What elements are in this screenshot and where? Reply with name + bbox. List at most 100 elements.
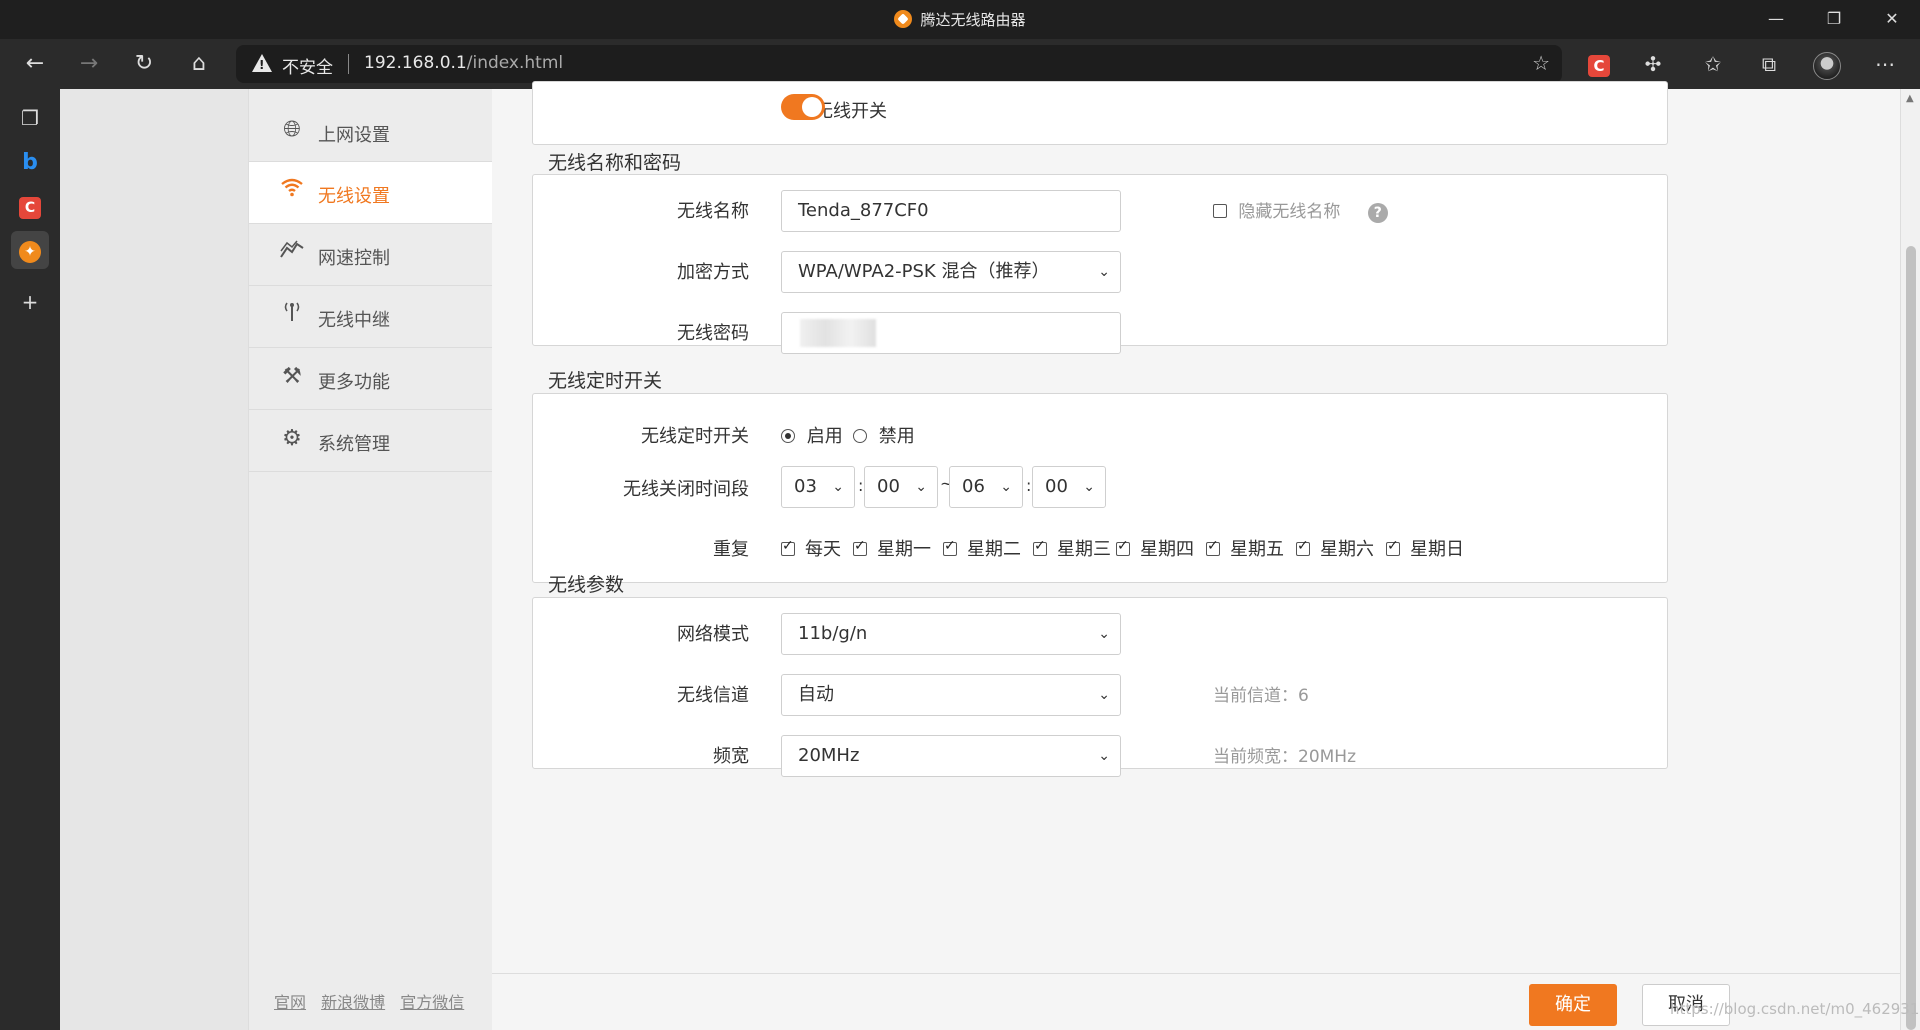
tools-icon: ⚒ <box>282 364 302 389</box>
content-area: 无线开关 无线名称和密码 无线名称 Tenda_877CF0 隐藏无线名称 ? … <box>492 81 1900 1030</box>
end-hour-select[interactable]: 06 ⌄ <box>949 466 1023 508</box>
profile-button[interactable] <box>1808 45 1846 83</box>
wireless-switch-toggle[interactable] <box>781 94 825 120</box>
disable-label: 禁用 <box>878 426 915 447</box>
chevron-down-icon: ⌄ <box>1083 479 1095 495</box>
url-text[interactable]: 192.168.0.1/index.html <box>364 53 563 73</box>
url-host: 192.168.0.1 <box>364 53 467 73</box>
day-checkbox[interactable] <box>1033 538 1047 556</box>
menu-item-internet[interactable]: 🌐︎ 上网设置 <box>249 101 493 162</box>
menu-item-wireless[interactable]: 无线设置 <box>249 162 493 224</box>
chevron-down-icon: ⌄ <box>1098 626 1110 642</box>
avatar <box>1813 51 1841 80</box>
link-weibo[interactable]: 新浪微博 <box>321 993 385 1012</box>
tab-actions-icon[interactable]: ❐ <box>11 99 49 137</box>
close-window-button[interactable]: ✕ <box>1863 0 1920 39</box>
start-minute-select[interactable]: 00 ⌄ <box>864 466 938 508</box>
repeat-label: 重复 <box>713 539 749 560</box>
wireless-switch-label: 无线开关 <box>815 101 887 122</box>
home-button[interactable]: ⌂ <box>180 45 218 83</box>
scroll-up-arrow-icon[interactable]: ▲ <box>1906 93 1914 104</box>
password-label: 无线密码 <box>677 323 749 344</box>
menu-item-label: 系统管理 <box>318 434 390 455</box>
day-checkbox[interactable] <box>1386 538 1400 556</box>
address-bar[interactable]: 不安全 192.168.0.1/index.html ☆ <box>236 45 1562 83</box>
password-input[interactable] <box>781 312 1121 354</box>
tenda-tab-icon[interactable]: ✦ <box>11 231 49 269</box>
bing-icon[interactable]: b <box>11 143 49 181</box>
bandwidth-select[interactable]: 20MHz ⌄ <box>781 735 1121 777</box>
channel-value: 自动 <box>798 684 834 705</box>
confirm-button[interactable]: 确定 <box>1529 984 1617 1026</box>
bandwidth-label: 频宽 <box>713 746 749 767</box>
day-checkbox[interactable] <box>1206 538 1220 556</box>
menu-item-more-features[interactable]: ⚒ 更多功能 <box>249 348 493 410</box>
menu-item-speed-control[interactable]: 网速控制 <box>249 224 493 286</box>
day-checkbox[interactable] <box>1116 538 1130 556</box>
encryption-value: WPA/WPA2-PSK 混合（推荐） <box>798 261 1050 282</box>
off-period-label: 无线关闭时间段 <box>623 479 749 500</box>
add-favorite-icon[interactable]: ☆ <box>1532 51 1550 75</box>
network-mode-select[interactable]: 11b/g/n ⌄ <box>781 613 1121 655</box>
day-tue[interactable]: 星期二 <box>943 535 1021 561</box>
forward-button[interactable]: → <box>70 45 108 83</box>
day-label: 星期日 <box>1410 539 1464 560</box>
day-checkbox[interactable] <box>853 538 867 556</box>
url-path: /index.html <box>466 53 564 73</box>
end-minute-select[interactable]: 00 ⌄ <box>1032 466 1106 508</box>
schedule-disable-option[interactable]: 禁用 <box>853 422 915 448</box>
favorites-icon[interactable]: ✩ <box>1694 45 1732 83</box>
disable-radio[interactable] <box>853 429 867 443</box>
day-sun[interactable]: 星期日 <box>1386 535 1464 561</box>
page-scrollbar[interactable]: ▲ <box>1900 89 1920 1030</box>
back-button[interactable]: ← <box>16 45 54 83</box>
chevron-down-icon: ⌄ <box>1098 264 1110 280</box>
minimize-button[interactable]: — <box>1747 0 1805 39</box>
day-mon[interactable]: 星期一 <box>853 535 931 561</box>
start-hour-select[interactable]: 03 ⌄ <box>781 466 855 508</box>
end-minute-value: 00 <box>1045 476 1068 497</box>
channel-select[interactable]: 自动 ⌄ <box>781 674 1121 716</box>
address-divider <box>348 54 349 74</box>
repeat-days: 每天 星期一 星期二 星期三 星期四 星期五 星期六 星期日 <box>781 535 1481 561</box>
link-official-site[interactable]: 官网 <box>274 993 306 1012</box>
params-card: 网络模式 11b/g/n ⌄ 无线信道 自动 ⌄ 当前信道：6 频宽 20MHz… <box>532 597 1668 777</box>
help-icon[interactable]: ? <box>1367 203 1388 223</box>
extensions-puzzle-icon[interactable]: ✣ <box>1634 45 1672 83</box>
collections-icon[interactable]: ⧉ <box>1750 45 1788 83</box>
hide-ssid-checkbox[interactable] <box>1213 204 1227 218</box>
speed-chart-icon <box>277 238 307 268</box>
bandwidth-value: 20MHz <box>798 745 860 766</box>
more-menu-icon[interactable]: ⋯ <box>1866 45 1904 83</box>
scrollbar-thumb[interactable] <box>1906 246 1916 1030</box>
start-hour-value: 03 <box>794 476 817 497</box>
day-fri[interactable]: 星期五 <box>1206 535 1284 561</box>
day-checkbox[interactable] <box>943 538 957 556</box>
encryption-select[interactable]: WPA/WPA2-PSK 混合（推荐） ⌄ <box>781 251 1121 293</box>
extension-c-button[interactable]: C <box>1580 45 1618 83</box>
day-checkbox[interactable] <box>1296 538 1310 556</box>
hide-ssid-option[interactable]: 隐藏无线名称 ? <box>1213 197 1388 223</box>
day-thu[interactable]: 星期四 <box>1116 535 1194 561</box>
chevron-down-icon: ⌄ <box>1000 479 1012 495</box>
menu-item-label: 无线设置 <box>318 186 390 207</box>
menu-item-repeater[interactable]: 无线中继 <box>249 286 493 348</box>
footer-links: 官网 新浪微博 官方微信 <box>274 989 474 1013</box>
refresh-button[interactable]: ↻ <box>125 45 163 83</box>
day-every[interactable]: 每天 <box>781 535 841 561</box>
new-tab-icon[interactable]: + <box>11 283 49 321</box>
sidebar-extension-c-icon[interactable]: C <box>11 187 49 225</box>
params-section-title: 无线参数 <box>548 574 625 596</box>
day-sat[interactable]: 星期六 <box>1296 535 1374 561</box>
schedule-enable-option[interactable]: 启用 <box>781 422 843 448</box>
day-wed[interactable]: 星期三 <box>1033 535 1111 561</box>
hide-ssid-label: 隐藏无线名称 <box>1238 202 1341 222</box>
ssid-name-input[interactable]: Tenda_877CF0 <box>781 190 1121 232</box>
restore-button[interactable]: ❐ <box>1805 0 1863 39</box>
current-bandwidth-text: 当前频宽：20MHz <box>1213 747 1357 767</box>
link-wechat[interactable]: 官方微信 <box>400 993 464 1012</box>
ssid-section-title: 无线名称和密码 <box>548 152 682 174</box>
menu-item-system[interactable]: ⚙ 系统管理 <box>249 410 493 472</box>
enable-radio[interactable] <box>781 429 795 443</box>
day-checkbox[interactable] <box>781 538 795 556</box>
